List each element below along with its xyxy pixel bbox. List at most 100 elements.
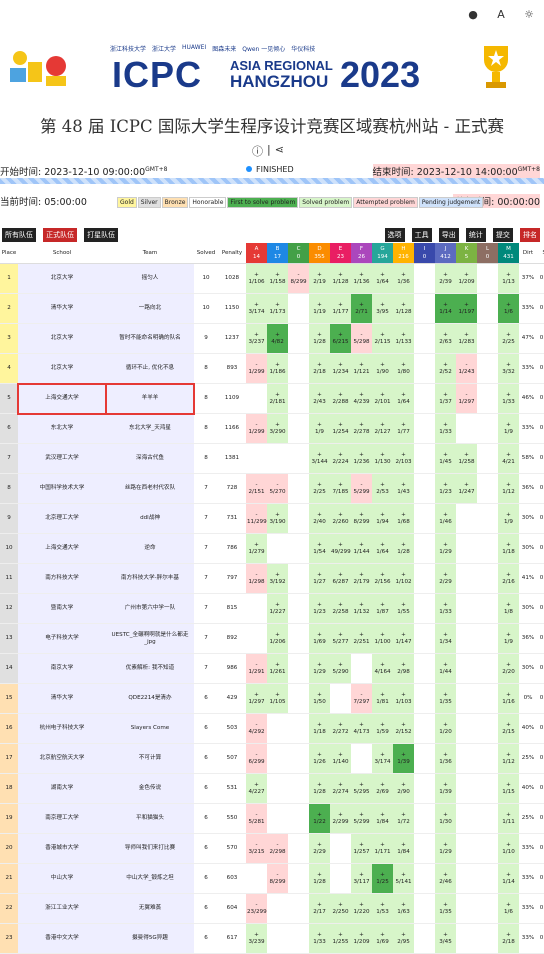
problem-result-cell[interactable]: -8/299 xyxy=(267,863,288,894)
problem-result-cell[interactable] xyxy=(477,773,498,804)
problem-result-cell[interactable]: +1/8 xyxy=(498,593,519,624)
problem-result-cell[interactable]: +1/77 xyxy=(393,413,414,444)
problem-result-cell[interactable]: +1/147 xyxy=(393,623,414,654)
table-row[interactable]: 7 武汉理工大学 深海古代鱼 8 1381 +3/144 +2/224 +1/236 +1/13… xyxy=(0,443,544,474)
problem-result-cell[interactable]: +1/35 xyxy=(435,893,456,924)
problem-result-cell[interactable]: +1/177 xyxy=(330,293,351,324)
problem-result-cell[interactable]: +5/299 xyxy=(351,803,372,834)
problem-result-cell[interactable]: +2/29 xyxy=(309,833,330,864)
problem-result-cell[interactable]: +1/64 xyxy=(393,383,414,414)
problem-result-cell[interactable]: -1/299 xyxy=(246,413,267,444)
problem-result-cell[interactable]: +1/28 xyxy=(309,863,330,894)
problem-result-cell[interactable]: -1/297 xyxy=(456,383,477,414)
problem-result-cell[interactable] xyxy=(456,773,477,804)
problem-result-cell[interactable]: +1/220 xyxy=(351,893,372,924)
submissions-button[interactable]: 提交 xyxy=(492,228,513,242)
problem-result-cell[interactable]: +1/102 xyxy=(393,563,414,594)
problem-result-cell[interactable] xyxy=(246,593,267,624)
problem-result-cell[interactable]: +1/261 xyxy=(267,653,288,684)
problem-result-cell[interactable]: +2/20 xyxy=(498,653,519,684)
problem-result-cell[interactable]: +1/128 xyxy=(330,263,351,294)
problem-result-cell[interactable] xyxy=(351,743,372,774)
problem-result-cell[interactable]: +2/29 xyxy=(435,563,456,594)
problem-result-cell[interactable]: +1/283 xyxy=(456,323,477,354)
problem-result-cell[interactable]: +3/239 xyxy=(246,923,267,954)
problem-result-cell[interactable]: +1/46 xyxy=(435,503,456,534)
problem-result-cell[interactable]: +4/82 xyxy=(267,323,288,354)
problem-result-cell[interactable]: +1/80 xyxy=(393,353,414,384)
problem-result-cell[interactable]: -3/215 xyxy=(246,833,267,864)
problem-result-cell[interactable] xyxy=(414,383,435,414)
problem-result-cell[interactable]: +2/90 xyxy=(393,773,414,804)
problem-result-cell[interactable]: +1/84 xyxy=(372,803,393,834)
table-row[interactable]: 21 中山大学 中山大学_锻炼之坦 6 603-8/299 +1/28 +3/117 +1/2… xyxy=(0,863,544,894)
problem-result-cell[interactable]: -11/299 xyxy=(246,503,267,534)
problem-result-cell[interactable]: +1/140 xyxy=(330,743,351,774)
balloon-icon[interactable]: ● xyxy=(466,8,480,22)
problem-result-cell[interactable]: +1/26 xyxy=(309,743,330,774)
problem-result-cell[interactable]: +1/103 xyxy=(393,683,414,714)
problem-result-cell[interactable]: +1/186 xyxy=(267,353,288,384)
problem-result-cell[interactable]: +2/63 xyxy=(435,323,456,354)
problem-result-cell[interactable]: +1/9 xyxy=(309,413,330,444)
problem-result-cell[interactable] xyxy=(288,563,309,594)
problem-result-cell[interactable]: -5/298 xyxy=(351,323,372,354)
problem-result-cell[interactable]: +2/115 xyxy=(372,323,393,354)
problem-result-cell[interactable] xyxy=(414,923,435,954)
table-row[interactable]: 13 电子科技大学 UESTC_全碾啊啊就是什么都走_jpg 7 892 +1/206 +1… xyxy=(0,623,544,654)
problem-result-cell[interactable]: +1/27 xyxy=(309,563,330,594)
problem-result-cell[interactable]: +5/295 xyxy=(351,773,372,804)
problem-result-cell[interactable] xyxy=(414,623,435,654)
problem-result-cell[interactable]: +6/287 xyxy=(330,563,351,594)
problem-result-cell[interactable]: +2/101 xyxy=(372,383,393,414)
problem-result-cell[interactable]: -2/151 xyxy=(246,473,267,504)
problem-result-cell[interactable] xyxy=(456,653,477,684)
unofficial-teams-button[interactable]: 打星队伍 xyxy=(84,228,119,242)
problem-result-cell[interactable]: +2/258 xyxy=(330,593,351,624)
problem-result-cell[interactable]: +2/103 xyxy=(393,443,414,474)
problem-result-cell[interactable]: +1/53 xyxy=(372,893,393,924)
problem-result-cell[interactable] xyxy=(414,593,435,624)
problem-result-cell[interactable]: +1/14 xyxy=(498,863,519,894)
table-row[interactable]: 15 清华大学 QDE2214是清办 6 429 +1/297 +1/105 +1/50-7/… xyxy=(0,683,544,714)
problem-result-cell[interactable]: +1/247 xyxy=(456,473,477,504)
problem-result-cell[interactable]: +1/34 xyxy=(435,623,456,654)
problem-result-cell[interactable]: +2/156 xyxy=(372,563,393,594)
problem-result-cell[interactable] xyxy=(477,593,498,624)
problem-result-cell[interactable]: +2/251 xyxy=(351,623,372,654)
problem-result-cell[interactable]: +1/128 xyxy=(393,293,414,324)
problem-result-cell[interactable] xyxy=(414,563,435,594)
table-row[interactable]: 9 北京理工大学 ddl战神 7 731-11/299 +3/190 +2/40 +2/260… xyxy=(0,503,544,534)
problem-result-cell[interactable]: +1/173 xyxy=(267,293,288,324)
problem-result-cell[interactable]: +3/95 xyxy=(372,293,393,324)
problem-result-cell[interactable]: +1/297 xyxy=(246,683,267,714)
problem-result-cell[interactable]: +1/69 xyxy=(372,923,393,954)
problem-result-cell[interactable] xyxy=(456,623,477,654)
table-row[interactable]: 4 北京大学 循环不止, 优化不息 8 893-1/299 +1/186 +2/18 +1/2… xyxy=(0,353,544,384)
problem-result-cell[interactable] xyxy=(477,683,498,714)
col-problem[interactable]: I0 xyxy=(414,243,435,264)
problem-result-cell[interactable]: +1/19 xyxy=(309,293,330,324)
problem-result-cell[interactable] xyxy=(288,713,309,744)
problem-result-cell[interactable]: +1/36 xyxy=(435,743,456,774)
problem-result-cell[interactable]: +2/39 xyxy=(435,263,456,294)
problem-result-cell[interactable] xyxy=(477,623,498,654)
table-row[interactable]: 10 上海交通大学 逆命 7 786 +1/279 +1/54 +49/299 +1/144 +1… xyxy=(0,533,544,564)
problem-result-cell[interactable] xyxy=(288,773,309,804)
problem-result-cell[interactable] xyxy=(477,293,498,324)
problem-result-cell[interactable]: -2/298 xyxy=(267,833,288,864)
problem-result-cell[interactable]: +1/64 xyxy=(372,533,393,564)
problem-result-cell[interactable]: -1/291 xyxy=(246,653,267,684)
problem-result-cell[interactable]: +1/18 xyxy=(309,713,330,744)
problem-result-cell[interactable]: +1/33 xyxy=(435,413,456,444)
problem-result-cell[interactable] xyxy=(414,743,435,774)
problem-result-cell[interactable] xyxy=(246,623,267,654)
problem-result-cell[interactable]: +5/141 xyxy=(393,863,414,894)
problem-result-cell[interactable]: -1/299 xyxy=(246,353,267,384)
problem-result-cell[interactable]: +1/254 xyxy=(330,413,351,444)
ranking-button[interactable]: 排名 xyxy=(520,228,540,242)
problem-result-cell[interactable]: -7/297 xyxy=(351,683,372,714)
problem-result-cell[interactable]: +4/173 xyxy=(351,713,372,744)
problem-result-cell[interactable] xyxy=(288,803,309,834)
problem-result-cell[interactable]: +1/6 xyxy=(498,893,519,924)
